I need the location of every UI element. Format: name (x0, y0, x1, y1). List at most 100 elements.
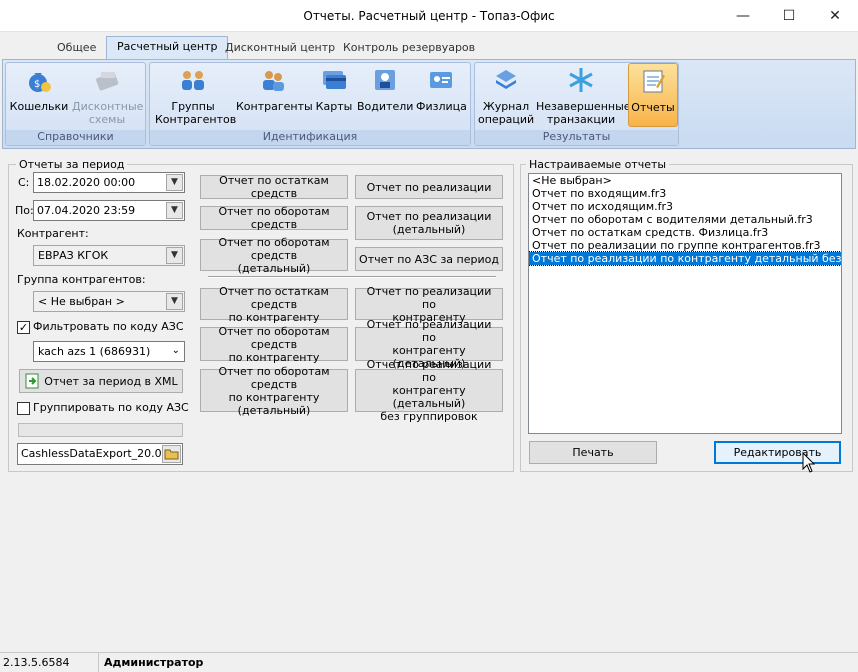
pending-transactions-button[interactable]: Незавершенные транзакции (536, 66, 631, 126)
btn-label: Отчет по реализации по (366, 284, 492, 311)
turnover-detailed-report-button[interactable]: Отчет по оборотам средств (детальный) (200, 236, 348, 275)
user-text: Администратор (104, 656, 204, 669)
reports-button[interactable]: Отчеты (628, 63, 678, 127)
custom-reports-list[interactable]: <Не выбран> Отчет по входящим.fr3 Отчет … (528, 173, 842, 434)
sales-report-button[interactable]: Отчет по реализации (355, 175, 503, 199)
journal-label-line2: операций (478, 113, 535, 126)
separator (208, 276, 496, 278)
reports-label: Отчеты (631, 101, 675, 114)
wallets-button[interactable]: $ Кошельки (9, 66, 69, 113)
list-item[interactable]: <Не выбран> (529, 174, 841, 187)
from-date-value: 18.02.2020 00:00 (37, 176, 136, 189)
btn-label: контрагенту (детальный) (392, 384, 466, 410)
period-legend: Отчеты за период (16, 158, 128, 171)
svg-text:$: $ (34, 79, 40, 90)
group-caption: Справочники (6, 130, 145, 145)
btn-label: Отчет по оборотам средств (218, 324, 330, 351)
sales-by-contractor-button[interactable]: Отчет по реализации по контрагенту (355, 284, 503, 324)
azs-select[interactable]: kach azs 1 (686931) ⌄ (33, 341, 185, 362)
discount-schemes-button[interactable]: Дисконтные схемы (72, 66, 144, 126)
azs-period-report-button[interactable]: Отчет по АЗС за период (355, 247, 503, 271)
btn-label: по контрагенту (детальный) (228, 390, 320, 417)
btn-label: Отчет по АЗС за период (359, 252, 499, 266)
tab-discount-center[interactable]: Дисконтный центр (215, 38, 345, 58)
turnover-by-contractor-detailed-button[interactable]: Отчет по оборотам средств по контрагенту … (200, 365, 348, 417)
chevron-down-icon[interactable]: ▼ (166, 202, 183, 219)
to-label: По: (15, 204, 34, 217)
btn-label: по контрагенту (228, 350, 320, 364)
journal-icon (496, 70, 516, 89)
contractors-button[interactable]: Контрагенты (236, 66, 313, 113)
group-by-label: Группировать по коду АЗС (33, 401, 189, 414)
chevron-down-icon: ⌄ (171, 345, 180, 356)
group-value: < Не выбран > (38, 295, 125, 308)
sales-detailed-report-button[interactable]: Отчет по реализации (детальный) (355, 206, 503, 240)
btn-label: Отчет по реализации по (366, 358, 492, 384)
btn-label: (детальный) (392, 223, 466, 236)
drivers-button[interactable]: Водители (357, 66, 413, 113)
turnover-report-button[interactable]: Отчет по оборотам средств (200, 205, 348, 231)
tab-tank-control[interactable]: Контроль резервуаров (333, 38, 485, 58)
progress-bar (18, 423, 183, 437)
chevron-down-icon[interactable]: ▼ (166, 174, 183, 191)
filter-label: Фильтровать по коду АЗС (33, 320, 184, 333)
xml-report-button[interactable]: Отчет за период в XML (19, 369, 183, 393)
group-select[interactable]: < Не выбран > ▼ (33, 291, 185, 312)
list-item[interactable]: Отчет по остаткам средств. Физлица.fr3 (529, 226, 841, 239)
discount-card-icon (96, 72, 119, 91)
list-item[interactable]: Отчет по оборотам с водителями детальный… (529, 213, 841, 226)
cards-button[interactable]: Карты (314, 66, 354, 113)
balance-report-button[interactable]: Отчет по остаткам средств (200, 174, 348, 200)
chevron-down-icon[interactable]: ▼ (166, 247, 183, 264)
status-bar: 2.13.5.6584 Администратор (0, 652, 858, 672)
edit-button[interactable]: Редактировать (714, 441, 841, 464)
btn-label: Отчет по оборотам средств (218, 205, 330, 231)
contractor-select[interactable]: ЕВРАЗ КГОК ▼ (33, 245, 185, 266)
minimize-button[interactable]: — (720, 0, 766, 31)
discount-label-line1: Дисконтные (72, 100, 144, 113)
btn-label: Отчет по реализации по (366, 318, 492, 344)
individuals-label: Физлица (416, 100, 467, 113)
btn-label: по контрагенту (228, 310, 320, 324)
sales-by-contractor-detailed-nogroup-button[interactable]: Отчет по реализации по контрагенту (детал… (355, 358, 503, 423)
btn-label: (детальный) (237, 261, 311, 275)
tab-settlement-center[interactable]: Расчетный центр (106, 36, 229, 60)
wallets-label: Кошельки (9, 100, 69, 113)
btn-label: Отчет по остаткам средств (219, 174, 329, 200)
version-text: 2.13.5.6584 (3, 656, 70, 669)
export-file-value: CashlessDataExport_20.04.0 (21, 447, 180, 460)
filter-checkbox[interactable]: ✓ (17, 321, 30, 334)
maximize-button[interactable]: ☐ (766, 0, 812, 31)
group-by-checkbox[interactable] (17, 402, 30, 415)
contractor-value: ЕВРАЗ КГОК (38, 249, 109, 262)
title-bar: Отчеты. Расчетный центр - Топаз-Офис — ☐… (0, 0, 858, 32)
group-caption: Результаты (475, 130, 678, 145)
close-button[interactable]: ✕ (812, 0, 858, 31)
export-document-icon (25, 373, 39, 389)
btn-label: без группировок (380, 410, 478, 423)
from-date-field[interactable]: 18.02.2020 00:00 ▼ (33, 172, 185, 193)
list-item[interactable]: Отчет по входящим.fr3 (529, 187, 841, 200)
contractors-label: Контрагенты (236, 100, 313, 113)
turnover-by-contractor-button[interactable]: Отчет по оборотам средств по контрагенту (200, 324, 348, 364)
pending-label-line2: транзакции (546, 113, 616, 126)
print-button[interactable]: Печать (529, 441, 657, 464)
folder-open-icon[interactable] (162, 445, 181, 463)
list-item-selected[interactable]: Отчет по реализации по контрагенту детал… (529, 251, 841, 266)
to-date-value: 07.04.2020 23:59 (37, 204, 136, 217)
journal-button[interactable]: Журнал операций (478, 66, 534, 126)
snowflake-icon (569, 68, 593, 92)
list-item[interactable]: Отчет по реализации по группе контрагент… (529, 239, 841, 252)
person-card-icon (430, 72, 452, 88)
to-date-field[interactable]: 07.04.2020 23:59 ▼ (33, 200, 185, 221)
btn-label: Отчет по реализации (366, 210, 492, 223)
discount-label-line2: схемы (88, 113, 126, 126)
balance-by-contractor-button[interactable]: Отчет по остаткам средств по контрагенту (200, 285, 348, 324)
tab-general[interactable]: Общее (47, 38, 106, 58)
list-item[interactable]: Отчет по исходящим.fr3 (529, 200, 841, 213)
contractor-groups-button[interactable]: Группы Контрагентов (155, 66, 236, 126)
sales-by-contractor-detailed-button[interactable]: Отчет по реализации по контрагенту (детал… (355, 318, 503, 370)
export-file-field[interactable]: CashlessDataExport_20.04.0 (17, 443, 183, 465)
chevron-down-icon[interactable]: ▼ (166, 293, 183, 310)
individuals-button[interactable]: Физлица (416, 66, 467, 113)
